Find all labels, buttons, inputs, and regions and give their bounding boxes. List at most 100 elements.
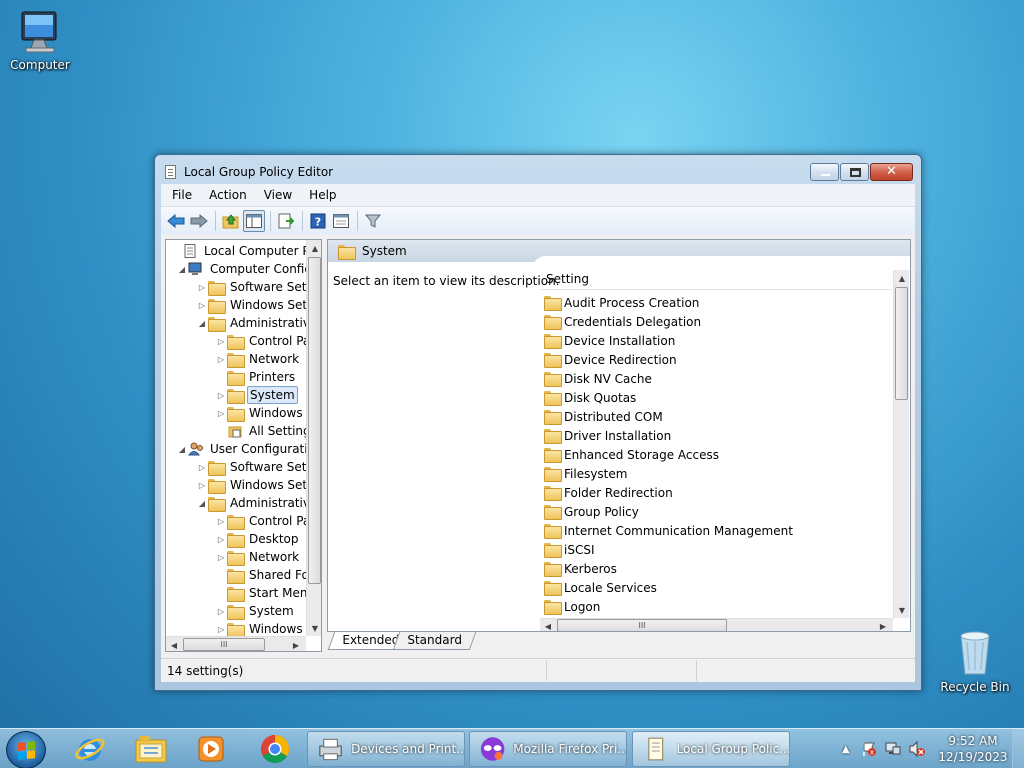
list-item[interactable]: Filesystem [544,464,627,483]
list-item[interactable]: Distributed COM [544,407,663,426]
maximize-button[interactable] [840,163,869,181]
tree-node[interactable]: ▷ Network [215,548,301,566]
list-item[interactable]: Locale Services [544,578,657,597]
tree-node[interactable]: ◢ User Configuratio [176,440,306,458]
details-scroll-up-icon[interactable]: ▲ [894,270,910,286]
collapse-arrow-icon[interactable]: ◢ [196,319,208,328]
show-hidden-icons-button[interactable]: ▲ [842,744,850,755]
pinned-internet-explorer[interactable] [64,731,116,767]
list-item[interactable]: Enhanced Storage Access [544,445,719,464]
tree-node[interactable]: ▷ Control Pa [215,332,306,350]
tree-node[interactable]: ▷ Windows Sett [196,476,306,494]
list-item[interactable]: Group Policy [544,502,639,521]
forward-button[interactable] [188,210,210,232]
menu-help[interactable]: Help [303,188,342,202]
list-item[interactable]: Audit Process Creation [544,293,699,312]
pinned-windows-explorer[interactable] [125,731,177,767]
details-hscroll-thumb[interactable]: III [557,619,727,631]
tree-node[interactable]: ▷ System [215,386,298,404]
tree-node[interactable]: ▷ Software Setti [196,458,306,476]
tree-node[interactable]: ▷ Windows ( [215,620,306,636]
system-clock[interactable]: 9:52 AM 12/19/2023 [938,733,1008,765]
details-horizontal-scrollbar[interactable]: ◀ III ▶ [540,618,893,631]
pinned-media-player[interactable] [185,731,237,767]
tree-node[interactable]: Shared Fol [215,566,306,584]
volume-muted-icon[interactable] [908,740,926,758]
tree-node[interactable]: ◢ Administrative [196,314,306,332]
show-hide-tree-button[interactable] [243,210,265,232]
tree-scroll-right-icon[interactable]: ▶ [288,637,304,651]
menu-view[interactable]: View [258,188,298,202]
up-level-button[interactable] [220,210,242,232]
list-item[interactable]: Device Installation [544,331,675,350]
filter-button[interactable] [362,210,384,232]
title-bar[interactable]: Local Group Policy Editor ✕ [155,155,921,185]
tree-node[interactable]: Printers [215,368,297,386]
menu-action[interactable]: Action [203,188,253,202]
tree-scroll-thumb[interactable] [308,257,321,584]
export-list-button[interactable] [275,210,297,232]
list-item[interactable]: Internet Communication Management [544,521,793,540]
tree-node[interactable]: ▷ System [215,602,296,620]
tree-node[interactable]: ▷ Control Pa [215,512,306,530]
list-item[interactable]: Kerberos [544,559,617,578]
tree-scroll-left-icon[interactable]: ◀ [166,637,182,651]
collapse-arrow-icon[interactable]: ◢ [176,445,188,454]
expand-arrow-icon[interactable]: ▷ [196,463,208,472]
list-item[interactable]: Credentials Delegation [544,312,701,331]
details-scroll-left-icon[interactable]: ◀ [540,618,556,631]
taskbar-button[interactable]: Mozilla Firefox Pri... [469,731,627,767]
expand-arrow-icon[interactable]: ▷ [196,481,208,490]
list-item[interactable]: Folder Redirection [544,483,673,502]
details-vertical-scrollbar[interactable]: ▲ ▼ [893,270,909,618]
details-scroll-thumb[interactable] [895,287,908,400]
tree-node[interactable]: ◢ Administrative [196,494,306,512]
expand-arrow-icon[interactable]: ▷ [196,301,208,310]
recycle-bin-desktop-icon[interactable]: Recycle Bin [937,628,1013,694]
tree-node[interactable]: Local Computer Polic [170,242,306,260]
network-icon[interactable] [884,740,902,758]
tree-node[interactable]: ▷ Software Setti [196,278,306,296]
tree-scroll-down-icon[interactable]: ▼ [307,620,321,636]
list-item[interactable]: Disk NV Cache [544,369,652,388]
list-item[interactable]: Driver Installation [544,426,671,445]
tree-node[interactable]: ▷ Network [215,350,301,368]
tree-node[interactable]: ▷ Windows Sett [196,296,306,314]
expand-arrow-icon[interactable]: ▷ [215,625,227,634]
collapse-arrow-icon[interactable]: ◢ [196,499,208,508]
expand-arrow-icon[interactable]: ▷ [215,337,227,346]
expand-arrow-icon[interactable]: ▷ [215,553,227,562]
expand-arrow-icon[interactable]: ▷ [215,517,227,526]
list-item[interactable]: Disk Quotas [544,388,636,407]
minimize-button[interactable] [810,163,839,181]
computer-desktop-icon[interactable]: Computer [2,8,78,72]
tree-node[interactable]: ▷ Windows ( [215,404,306,422]
help-button[interactable]: ? [307,210,329,232]
tree-horizontal-scrollbar[interactable]: ◀ III ▶ [166,636,306,651]
expand-arrow-icon[interactable]: ▷ [196,283,208,292]
collapse-arrow-icon[interactable]: ◢ [176,265,188,274]
action-center-flag-icon[interactable]: x [860,740,878,758]
tree-hscroll-thumb[interactable]: III [183,638,265,651]
close-button[interactable]: ✕ [870,163,913,181]
list-item[interactable]: iSCSI [544,540,595,559]
menu-file[interactable]: File [166,188,198,202]
extended-view-button[interactable] [330,210,352,232]
expand-arrow-icon[interactable]: ▷ [215,535,227,544]
tree-node[interactable]: All Setting [215,422,306,440]
expand-arrow-icon[interactable]: ▷ [215,391,227,400]
details-scroll-right-icon[interactable]: ▶ [875,618,891,631]
tree-scroll-up-icon[interactable]: ▲ [307,240,321,256]
expand-arrow-icon[interactable]: ▷ [215,607,227,616]
start-button[interactable] [6,731,46,768]
tree-vertical-scrollbar[interactable]: ▲ ▼ [306,240,321,636]
taskbar-button[interactable]: Local Group Polic... [632,731,790,767]
pinned-chrome[interactable] [249,731,301,767]
taskbar-button[interactable]: Devices and Print... [307,731,465,767]
column-header-setting[interactable]: Setting [540,270,892,290]
list-item[interactable]: Logon [544,597,600,616]
expand-arrow-icon[interactable]: ▷ [215,409,227,418]
expand-arrow-icon[interactable]: ▷ [215,355,227,364]
show-desktop-button[interactable] [1012,729,1024,768]
tree-node[interactable]: ◢ Computer Config [176,260,306,278]
